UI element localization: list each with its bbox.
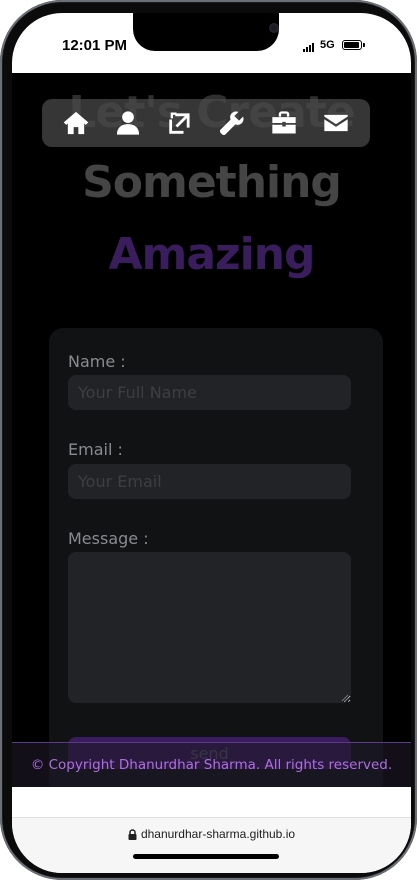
briefcase-icon (272, 111, 296, 134)
nav-skills[interactable] (216, 107, 248, 139)
network-label: 5G (320, 39, 335, 51)
status-time: 12:01 PM (62, 37, 128, 54)
message-textarea[interactable] (68, 552, 351, 703)
nav-projects[interactable] (164, 107, 196, 139)
battery-icon (342, 40, 362, 50)
resize-handle-icon[interactable] (341, 694, 349, 702)
mail-icon (324, 114, 348, 132)
page-content: Let's Create Something Amazing (12, 73, 411, 787)
hero-line-2: Something (82, 157, 342, 208)
browser-bottom-bar: dhanurdhar-sharma.github.io (12, 787, 411, 873)
projects-icon (169, 112, 190, 134)
site-footer: © Copyright Dhanurdhar Sharma. All right… (12, 742, 411, 787)
phone-screen: 12:01 PM 5G Let's Create Something Amazi… (12, 13, 411, 873)
battery-tip (363, 43, 365, 47)
nav-contact[interactable] (320, 107, 352, 139)
nav-experience[interactable] (268, 107, 300, 139)
home-indicator[interactable] (133, 854, 279, 859)
phone-frame: 12:01 PM 5G Let's Create Something Amazi… (0, 0, 417, 880)
address-bar[interactable]: dhanurdhar-sharma.github.io (12, 818, 411, 873)
email-input[interactable] (68, 464, 351, 499)
nav-about[interactable] (112, 107, 144, 139)
home-icon (63, 111, 89, 135)
contact-form: Name : Email : Message : send (49, 328, 383, 787)
notch (133, 13, 279, 51)
message-label: Message : (68, 529, 149, 548)
hero-line-3: Amazing (108, 229, 315, 280)
nav-home[interactable] (60, 107, 92, 139)
user-icon (116, 111, 140, 135)
name-input[interactable] (68, 375, 351, 410)
phone-bezel: 12:01 PM 5G Let's Create Something Amazi… (3, 3, 414, 877)
nav-bar (42, 99, 370, 147)
url-text: dhanurdhar-sharma.github.io (140, 827, 296, 841)
lock-icon (128, 829, 137, 841)
status-bar: 12:01 PM 5G (12, 13, 411, 73)
camera-icon (269, 23, 279, 33)
email-label: Email : (68, 440, 123, 459)
name-label: Name : (68, 352, 126, 371)
url-container: dhanurdhar-sharma.github.io (12, 827, 411, 841)
signal-icon (303, 43, 317, 52)
tools-icon (219, 111, 244, 136)
footer-copyright: © Copyright Dhanurdhar Sharma. All right… (30, 757, 393, 773)
